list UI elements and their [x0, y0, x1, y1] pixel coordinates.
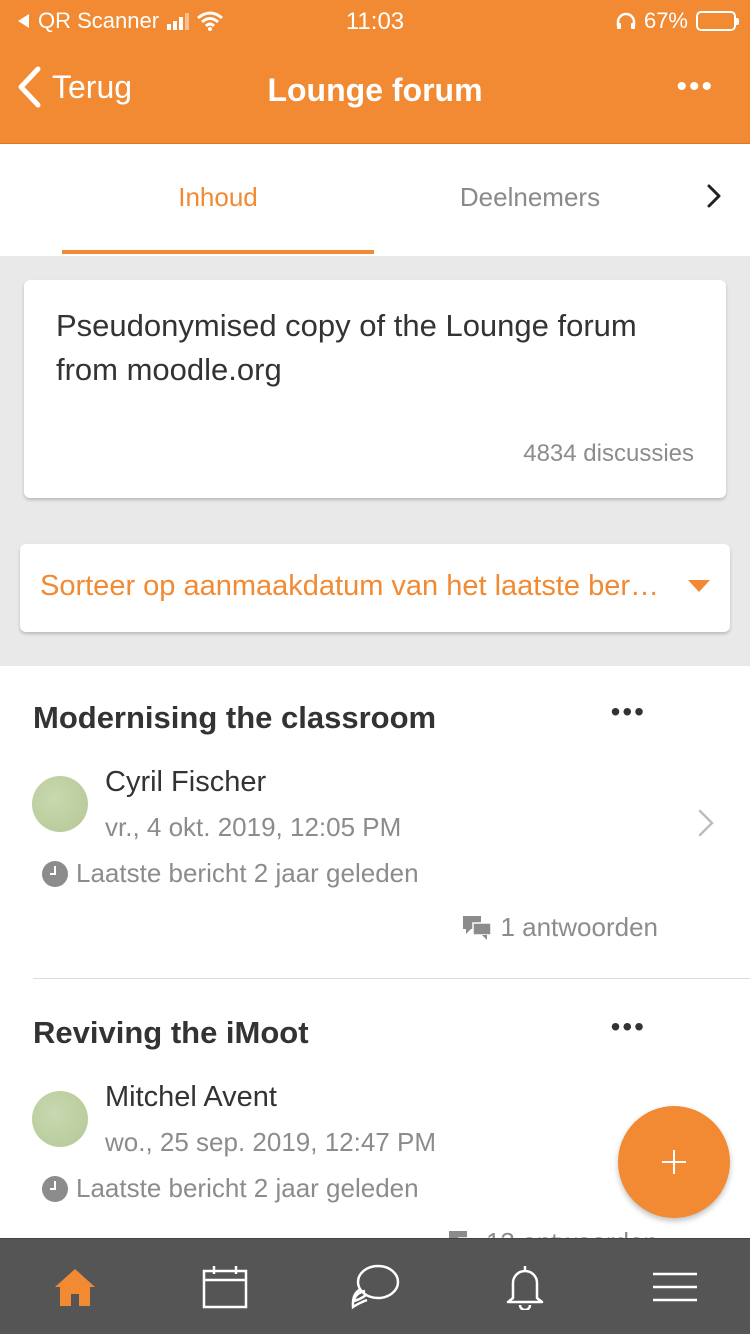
battery-icon: [696, 11, 739, 31]
divider: [33, 978, 750, 979]
tabs-next-icon[interactable]: [700, 178, 728, 214]
tab-deelnemers[interactable]: Deelnemers: [374, 182, 686, 213]
sort-select[interactable]: Sorteer op aanmaakdatum van het laatste …: [20, 544, 730, 632]
discussion-date: vr., 4 okt. 2019, 12:05 PM: [105, 812, 402, 842]
discussion-date: wo., 25 sep. 2019, 12:47 PM: [105, 1127, 436, 1157]
last-post-text: Laatste bericht 2 jaar geleden: [76, 858, 419, 888]
tab-bar: Inhoud Deelnemers: [0, 144, 750, 256]
discussion-author: Cyril Fischer: [105, 766, 267, 798]
status-right: 67%: [616, 8, 739, 34]
avatar: [32, 1091, 88, 1147]
nav-calendar[interactable]: [195, 1261, 255, 1313]
active-tab-indicator: [62, 250, 374, 254]
discussion-title: Reviving the iMoot: [33, 1015, 309, 1050]
comments-icon: [448, 1230, 478, 1238]
more-options-icon[interactable]: •••: [676, 70, 714, 104]
comments-icon: [463, 915, 493, 940]
plus-icon-vertical: [673, 1150, 675, 1174]
nav-home[interactable]: [45, 1261, 105, 1313]
calendar-icon: [202, 1266, 248, 1309]
last-post: Laatste bericht 2 jaar geleden: [42, 858, 419, 889]
sort-selected-value: Sorteer op aanmaakdatum van het laatste …: [40, 570, 660, 602]
nav-more[interactable]: [645, 1261, 705, 1313]
home-icon: [55, 1269, 95, 1306]
reply-count: 1 antwoorden: [462, 912, 658, 943]
notifications-icon: [506, 1266, 544, 1310]
tab-inhoud[interactable]: Inhoud: [62, 182, 374, 213]
last-post: Laatste bericht 2 jaar geleden: [42, 1173, 419, 1204]
discussion-count: 4834 discussies: [523, 440, 694, 467]
navigation-bar: Terug Lounge forum •••: [0, 40, 750, 144]
page-title: Lounge forum: [267, 72, 483, 108]
reply-count-text: 13 antwoorden: [486, 1227, 658, 1238]
reply-count-text: 1 antwoorden: [500, 912, 658, 942]
clock-icon: [42, 1175, 68, 1202]
menu-icon: [653, 1272, 697, 1302]
discussion-author: Mitchel Avent: [105, 1081, 277, 1113]
chevron-right-icon: [698, 809, 714, 837]
battery-percentage: 67%: [643, 8, 688, 33]
discussion-more-icon[interactable]: •••: [611, 1011, 646, 1043]
bottom-tab-bar: [0, 1238, 750, 1334]
nav-messages[interactable]: [345, 1261, 405, 1313]
avatar: [32, 776, 88, 832]
discussion-more-icon[interactable]: •••: [611, 696, 646, 728]
forum-description: Pseudonymised copy of the Lounge forum f…: [56, 308, 637, 387]
discussion-title: Modernising the classroom: [33, 700, 437, 735]
forum-intro-card: Pseudonymised copy of the Lounge forum f…: [24, 280, 726, 498]
nav-notifications[interactable]: [495, 1261, 555, 1313]
clock-icon: [42, 860, 68, 887]
messages-icon: [351, 1264, 400, 1310]
app-header: QR Scanner 11:03 67% Terug Lounge forum …: [0, 0, 750, 144]
add-discussion-button[interactable]: [618, 1106, 730, 1218]
headphones-icon: [616, 12, 636, 29]
dropdown-caret-icon: [688, 580, 710, 592]
reply-count: 13 antwoorden: [448, 1227, 658, 1238]
status-bar: QR Scanner 11:03 67%: [0, 0, 750, 40]
last-post-text: Laatste bericht 2 jaar geleden: [76, 1173, 419, 1203]
